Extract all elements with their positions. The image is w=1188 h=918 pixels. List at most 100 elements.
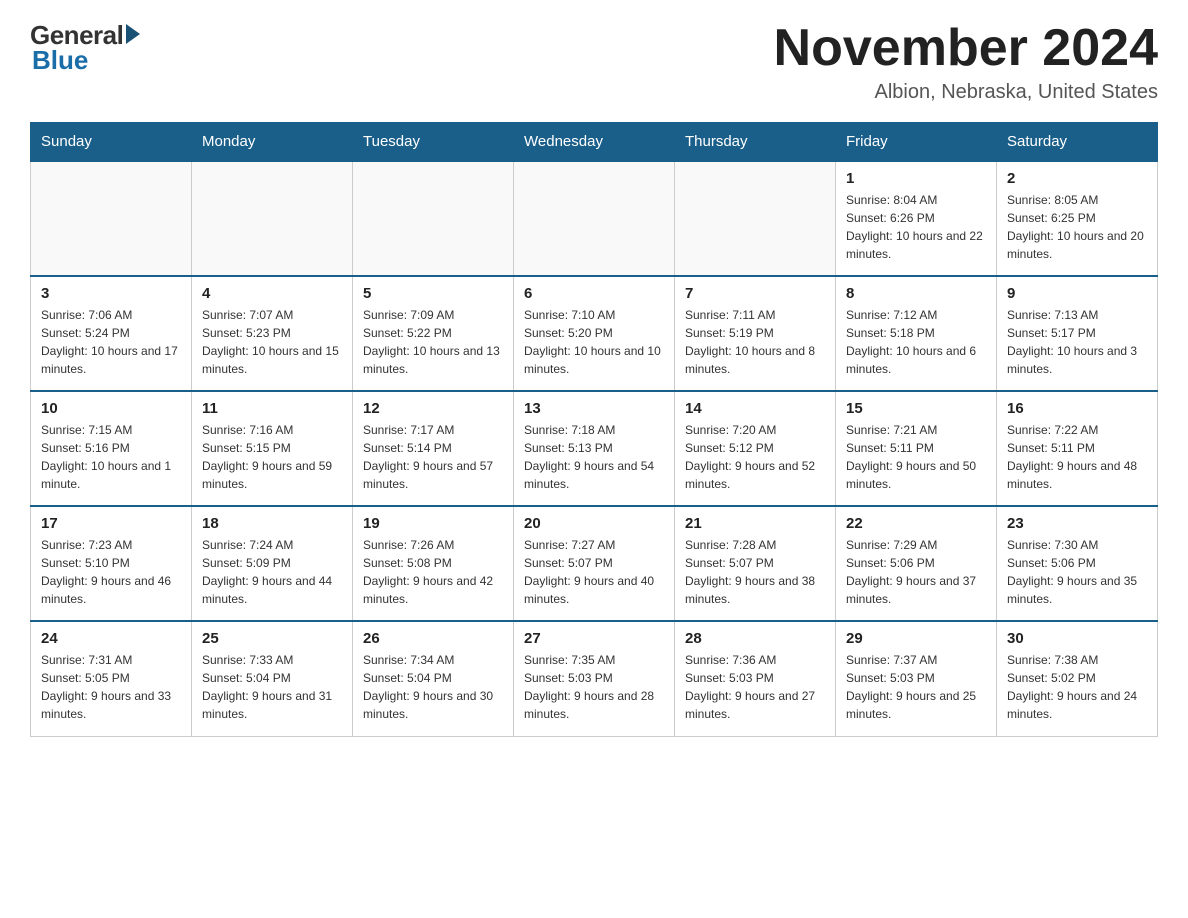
header-cell-tuesday: Tuesday: [353, 123, 514, 162]
calendar-cell: 22Sunrise: 7:29 AMSunset: 5:06 PMDayligh…: [836, 506, 997, 621]
logo-arrow-icon: [126, 24, 140, 44]
day-number: 29: [846, 630, 986, 647]
day-info: Sunrise: 7:10 AMSunset: 5:20 PMDaylight:…: [524, 306, 664, 378]
header-cell-friday: Friday: [836, 123, 997, 162]
calendar-cell: [353, 161, 514, 276]
day-number: 20: [524, 515, 664, 532]
day-info: Sunrise: 7:35 AMSunset: 5:03 PMDaylight:…: [524, 651, 664, 723]
day-number: 8: [846, 285, 986, 302]
day-info: Sunrise: 7:22 AMSunset: 5:11 PMDaylight:…: [1007, 421, 1147, 493]
calendar-week-4: 24 Sunrise: 7:31 AMSunset: 5:05 PMDayligh…: [31, 621, 1158, 736]
calendar-cell: 23Sunrise: 7:30 AMSunset: 5:06 PMDayligh…: [997, 506, 1158, 621]
calendar-cell: 8 Sunrise: 7:12 AMSunset: 5:18 PMDaylight…: [836, 276, 997, 391]
day-info: Sunrise: 7:16 AMSunset: 5:15 PMDaylight:…: [202, 421, 342, 493]
day-info: Sunrise: 7:07 AMSunset: 5:23 PMDaylight:…: [202, 306, 342, 378]
calendar-cell: 26 Sunrise: 7:34 AMSunset: 5:04 PMDayligh…: [353, 621, 514, 736]
day-info: Sunrise: 7:09 AMSunset: 5:22 PMDaylight:…: [363, 306, 503, 378]
day-info: Sunrise: 7:31 AMSunset: 5:05 PMDaylight:…: [41, 651, 181, 723]
day-number: 21: [685, 515, 825, 532]
day-number: 7: [685, 285, 825, 302]
day-info: Sunrise: 7:30 AMSunset: 5:06 PMDaylight:…: [1007, 536, 1147, 608]
calendar-table: SundayMondayTuesdayWednesdayThursdayFrid…: [30, 122, 1158, 737]
day-info: Sunrise: 7:23 AMSunset: 5:10 PMDaylight:…: [41, 536, 181, 608]
day-number: 9: [1007, 285, 1147, 302]
day-info: Sunrise: 7:33 AMSunset: 5:04 PMDaylight:…: [202, 651, 342, 723]
calendar-cell: 9 Sunrise: 7:13 AMSunset: 5:17 PMDaylight…: [997, 276, 1158, 391]
header-cell-thursday: Thursday: [675, 123, 836, 162]
day-info: Sunrise: 7:18 AMSunset: 5:13 PMDaylight:…: [524, 421, 664, 493]
day-info: Sunrise: 7:11 AMSunset: 5:19 PMDaylight:…: [685, 306, 825, 378]
calendar-cell: 14Sunrise: 7:20 AMSunset: 5:12 PMDayligh…: [675, 391, 836, 506]
calendar-cell: 11 Sunrise: 7:16 AMSunset: 5:15 PMDayligh…: [192, 391, 353, 506]
header-cell-saturday: Saturday: [997, 123, 1158, 162]
calendar-cell: 12 Sunrise: 7:17 AMSunset: 5:14 PMDayligh…: [353, 391, 514, 506]
day-info: Sunrise: 8:04 AMSunset: 6:26 PMDaylight:…: [846, 191, 986, 263]
day-number: 6: [524, 285, 664, 302]
day-number: 18: [202, 515, 342, 532]
day-number: 15: [846, 400, 986, 417]
title-block: November 2024 Albion, Nebraska, United S…: [774, 20, 1158, 104]
day-number: 3: [41, 285, 181, 302]
logo-blue-text: Blue: [32, 45, 88, 76]
day-info: Sunrise: 7:26 AMSunset: 5:08 PMDaylight:…: [363, 536, 503, 608]
day-info: Sunrise: 7:17 AMSunset: 5:14 PMDaylight:…: [363, 421, 503, 493]
calendar-body: 1 Sunrise: 8:04 AMSunset: 6:26 PMDaylight…: [31, 161, 1158, 736]
day-info: Sunrise: 7:38 AMSunset: 5:02 PMDaylight:…: [1007, 651, 1147, 723]
calendar-cell: 29 Sunrise: 7:37 AMSunset: 5:03 PMDayligh…: [836, 621, 997, 736]
day-info: Sunrise: 7:28 AMSunset: 5:07 PMDaylight:…: [685, 536, 825, 608]
calendar-cell: [192, 161, 353, 276]
header-row: SundayMondayTuesdayWednesdayThursdayFrid…: [31, 123, 1158, 162]
day-info: Sunrise: 7:15 AMSunset: 5:16 PMDaylight:…: [41, 421, 181, 493]
day-info: Sunrise: 7:06 AMSunset: 5:24 PMDaylight:…: [41, 306, 181, 378]
calendar-cell: [675, 161, 836, 276]
calendar-cell: 10 Sunrise: 7:15 AMSunset: 5:16 PMDayligh…: [31, 391, 192, 506]
day-number: 10: [41, 400, 181, 417]
calendar-cell: 6 Sunrise: 7:10 AMSunset: 5:20 PMDaylight…: [514, 276, 675, 391]
calendar-week-0: 1 Sunrise: 8:04 AMSunset: 6:26 PMDaylight…: [31, 161, 1158, 276]
calendar-cell: 24 Sunrise: 7:31 AMSunset: 5:05 PMDayligh…: [31, 621, 192, 736]
calendar-cell: 20Sunrise: 7:27 AMSunset: 5:07 PMDayligh…: [514, 506, 675, 621]
day-number: 12: [363, 400, 503, 417]
day-info: Sunrise: 7:21 AMSunset: 5:11 PMDaylight:…: [846, 421, 986, 493]
calendar-cell: 3 Sunrise: 7:06 AMSunset: 5:24 PMDaylight…: [31, 276, 192, 391]
day-info: Sunrise: 8:05 AMSunset: 6:25 PMDaylight:…: [1007, 191, 1147, 263]
calendar-week-1: 3 Sunrise: 7:06 AMSunset: 5:24 PMDaylight…: [31, 276, 1158, 391]
header-cell-wednesday: Wednesday: [514, 123, 675, 162]
calendar-cell: 27 Sunrise: 7:35 AMSunset: 5:03 PMDayligh…: [514, 621, 675, 736]
day-number: 27: [524, 630, 664, 647]
calendar-cell: [514, 161, 675, 276]
day-number: 30: [1007, 630, 1147, 647]
logo: General Blue: [30, 20, 140, 76]
calendar-cell: 25Sunrise: 7:33 AMSunset: 5:04 PMDayligh…: [192, 621, 353, 736]
calendar-cell: 4 Sunrise: 7:07 AMSunset: 5:23 PMDaylight…: [192, 276, 353, 391]
month-title: November 2024: [774, 20, 1158, 77]
calendar-cell: 5 Sunrise: 7:09 AMSunset: 5:22 PMDaylight…: [353, 276, 514, 391]
calendar-header: SundayMondayTuesdayWednesdayThursdayFrid…: [31, 123, 1158, 162]
day-number: 4: [202, 285, 342, 302]
location-subtitle: Albion, Nebraska, United States: [774, 81, 1158, 104]
day-info: Sunrise: 7:13 AMSunset: 5:17 PMDaylight:…: [1007, 306, 1147, 378]
calendar-cell: 13 Sunrise: 7:18 AMSunset: 5:13 PMDayligh…: [514, 391, 675, 506]
day-number: 26: [363, 630, 503, 647]
day-number: 11: [202, 400, 342, 417]
day-number: 5: [363, 285, 503, 302]
day-number: 2: [1007, 170, 1147, 187]
day-number: 13: [524, 400, 664, 417]
day-number: 28: [685, 630, 825, 647]
day-info: Sunrise: 7:24 AMSunset: 5:09 PMDaylight:…: [202, 536, 342, 608]
day-number: 1: [846, 170, 986, 187]
day-number: 19: [363, 515, 503, 532]
calendar-cell: 15 Sunrise: 7:21 AMSunset: 5:11 PMDayligh…: [836, 391, 997, 506]
calendar-cell: 7 Sunrise: 7:11 AMSunset: 5:19 PMDaylight…: [675, 276, 836, 391]
day-info: Sunrise: 7:34 AMSunset: 5:04 PMDaylight:…: [363, 651, 503, 723]
calendar-cell: 28Sunrise: 7:36 AMSunset: 5:03 PMDayligh…: [675, 621, 836, 736]
day-number: 14: [685, 400, 825, 417]
day-info: Sunrise: 7:37 AMSunset: 5:03 PMDaylight:…: [846, 651, 986, 723]
page-header: General Blue November 2024 Albion, Nebra…: [30, 20, 1158, 104]
calendar-cell: 17Sunrise: 7:23 AMSunset: 5:10 PMDayligh…: [31, 506, 192, 621]
day-number: 22: [846, 515, 986, 532]
day-info: Sunrise: 7:12 AMSunset: 5:18 PMDaylight:…: [846, 306, 986, 378]
calendar-week-3: 17Sunrise: 7:23 AMSunset: 5:10 PMDayligh…: [31, 506, 1158, 621]
day-number: 24: [41, 630, 181, 647]
calendar-week-2: 10 Sunrise: 7:15 AMSunset: 5:16 PMDayligh…: [31, 391, 1158, 506]
